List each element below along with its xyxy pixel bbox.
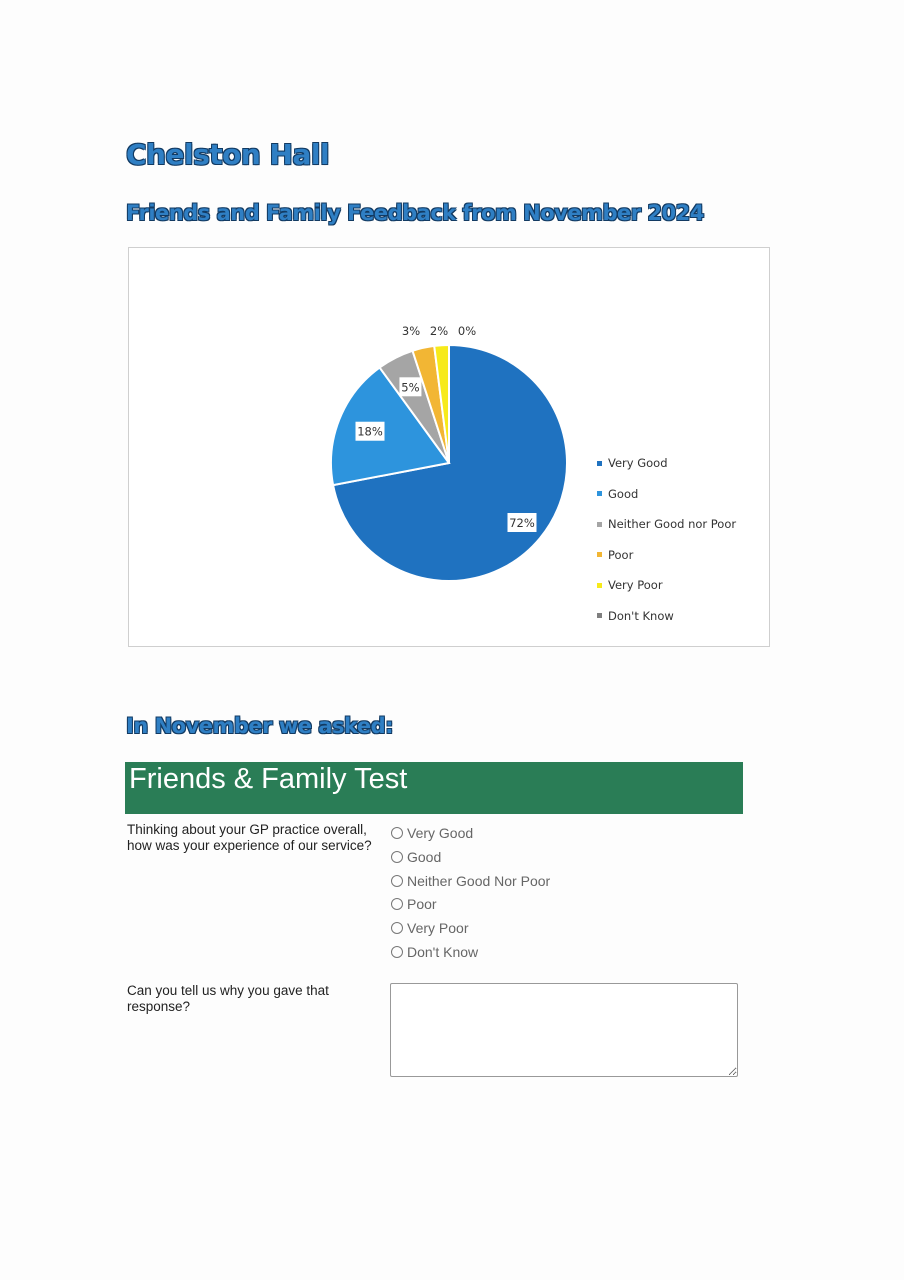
radio-label: Good [407, 848, 442, 865]
legend-item: Poor [597, 548, 633, 562]
radio-circle-icon[interactable] [391, 946, 403, 958]
radio-label: Don't Know [407, 944, 479, 960]
legend-item: Very Poor [597, 578, 663, 592]
radio-circle-icon[interactable] [391, 922, 403, 935]
legend-label: Neither Good nor Poor [608, 517, 737, 531]
svg-text:3%: 3% [402, 324, 420, 338]
legend-label: Very Poor [608, 578, 663, 592]
legend-item: Don't Know [597, 609, 674, 623]
svg-text:0%: 0% [458, 324, 476, 338]
legend-swatch [597, 521, 602, 527]
radio-label: Neither Good Nor Poor [407, 872, 551, 889]
radio-label: Very Poor [407, 920, 469, 937]
pie-chart: 72% 18% 5% 3% 2% 0% Very Good Good Neither Good… [128, 247, 770, 647]
radio-option[interactable]: Don't Know [391, 944, 478, 960]
radio-option[interactable]: Very Good [391, 825, 473, 841]
svg-text:5%: 5% [401, 380, 419, 394]
legend-label: Don't Know [608, 608, 674, 623]
radio-option[interactable]: Good [391, 849, 441, 865]
svg-text:2%: 2% [430, 324, 448, 338]
legend-item: Good [597, 487, 638, 501]
legend-label: Very Good [608, 456, 668, 470]
radio-circle-icon[interactable] [391, 850, 403, 863]
svg-text:18%: 18% [357, 425, 383, 439]
legend-item: Neither Good nor Poor [597, 517, 736, 531]
legend-swatch [597, 460, 602, 466]
asked-heading: In November we asked: [126, 714, 394, 738]
form-banner-title: Friends & Family Test [129, 763, 408, 795]
legend-label: Poor [608, 547, 634, 562]
radio-option[interactable]: Neither Good Nor Poor [391, 873, 550, 889]
page-subtitle: Friends and Family Feedback from Novembe… [126, 201, 704, 225]
document-page: Chelston Hall Friends and Family Feedbac… [0, 0, 904, 1280]
pie-svg: 72% 18% 5% 3% 2% 0% [330, 321, 568, 582]
data-label-good: 18% [355, 421, 385, 441]
radio-option[interactable]: Poor [391, 896, 437, 912]
svg-text:72%: 72% [509, 516, 535, 530]
question-experience: Thinking about your GP practice overall,… [127, 822, 372, 853]
legend-item: Very Good [597, 456, 668, 470]
question-reason: Can you tell us why you gave that respon… [127, 983, 329, 1014]
legend-label: Good [608, 486, 639, 501]
legend-swatch [597, 552, 602, 557]
radio-option[interactable]: Very Poor [391, 920, 468, 936]
radio-circle-icon[interactable] [391, 827, 403, 839]
radio-circle-icon[interactable] [391, 898, 403, 911]
data-label-very-poor: 2% [428, 321, 450, 340]
legend-swatch [597, 582, 602, 588]
data-label-neither-good-nor-poor: 5% [399, 377, 422, 397]
legend-swatch [597, 613, 602, 618]
form-banner: Friends & Family Test [125, 762, 743, 814]
data-label-poor: 3% [400, 321, 422, 340]
radio-label: Very Good [407, 825, 474, 841]
data-label-very-good: 72% [507, 513, 537, 532]
reason-textarea[interactable] [390, 983, 738, 1077]
radio-circle-icon[interactable] [391, 874, 403, 887]
page-title: Chelston Hall [126, 138, 330, 171]
radio-label: Poor [407, 896, 437, 913]
data-label-don-t-know: 0% [456, 321, 478, 340]
legend-swatch [597, 491, 602, 496]
